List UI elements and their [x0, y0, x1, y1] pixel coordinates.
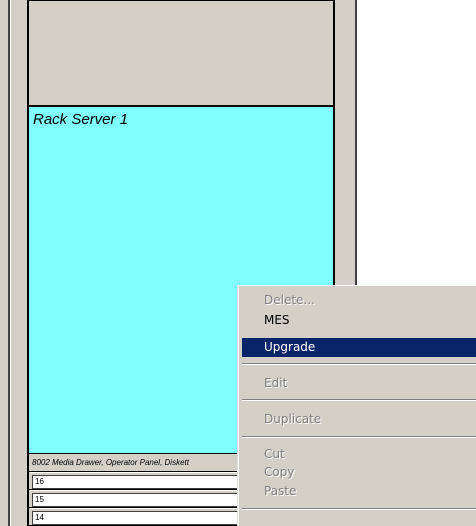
menu-separator: [242, 508, 476, 510]
rack-unit-number: 14: [32, 511, 246, 525]
menu-item-duplicate[interactable]: Duplicate: [242, 410, 476, 429]
empty-rack-slot[interactable]: [29, 0, 334, 107]
media-drawer-label: 8002 Media Drawer, Operator Panel, Diske…: [32, 458, 189, 467]
menu-separator: [242, 436, 476, 438]
rack-unit-number: 16: [32, 475, 246, 489]
menu-item-copy[interactable]: Copy: [242, 463, 476, 482]
context-menu: Delete... MES Upgrade Edit Duplicate Cut…: [238, 285, 476, 526]
menu-item-edit[interactable]: Edit: [242, 374, 476, 393]
menu-item-upgrade[interactable]: Upgrade: [242, 338, 476, 357]
menu-item-delete[interactable]: Delete...: [242, 291, 476, 310]
rack-server-label: Rack Server 1: [33, 111, 129, 128]
menu-separator: [242, 399, 476, 401]
rack-unit-number: 15: [32, 493, 246, 507]
menu-separator: [242, 363, 476, 365]
menu-item-cut[interactable]: Cut: [242, 445, 476, 464]
rack-left-rail: [0, 0, 30, 526]
menu-item-paste[interactable]: Paste: [242, 482, 476, 501]
menu-item-mes[interactable]: MES: [242, 311, 476, 330]
